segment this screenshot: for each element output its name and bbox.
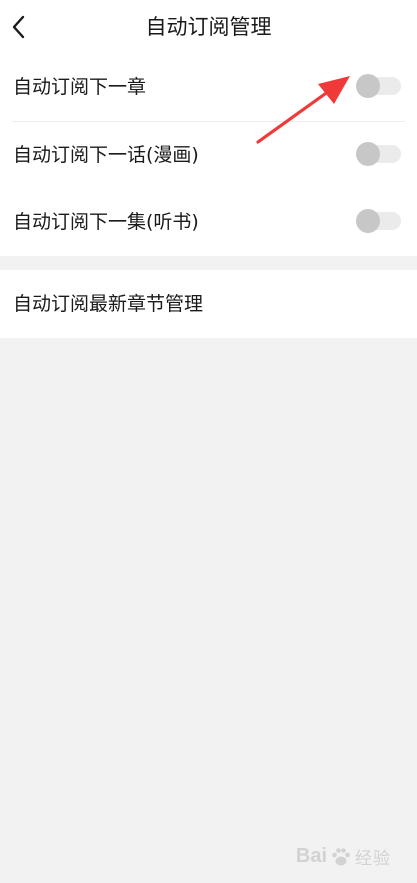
toggle-next-episode-audio[interactable] [356,209,401,233]
setting-row-next-episode-audio: 自动订阅下一集(听书) [0,189,417,255]
watermark-brand-a: Bai [295,845,327,867]
setting-label: 自动订阅下一话(漫画) [13,144,199,166]
toggle-knob [356,74,380,98]
watermark-brand-b: 经验 [355,849,391,869]
toggle-next-episode-comic[interactable] [356,142,401,166]
auto-subscribe-settings: 自动订阅下一章 自动订阅下一话(漫画) 自动订阅下一集(听书) [0,54,417,256]
setting-row-next-chapter: 自动订阅下一章 [0,54,417,120]
setting-row-next-episode-comic: 自动订阅下一话(漫画) [0,122,417,188]
page-title: 自动订阅管理 [145,15,272,39]
top-bar: 自动订阅管理 [0,0,417,54]
toggle-next-chapter[interactable] [356,74,401,98]
paw-icon [332,847,350,865]
app-screen: 自动订阅管理 自动订阅下一章 自动订阅下一话(漫画) 自动订阅下一集(听书) 自… [0,0,417,883]
toggle-knob [356,209,380,233]
latest-chapter-management-row[interactable]: 自动订阅最新章节管理 [0,270,417,338]
setting-label: 自动订阅下一章 [13,76,147,98]
toggle-knob [356,142,380,166]
setting-label: 自动订阅下一集(听书) [13,211,199,233]
latest-chapter-label: 自动订阅最新章节管理 [13,293,204,315]
baidu-jingyan-watermark: Bai 经验 [296,844,391,869]
